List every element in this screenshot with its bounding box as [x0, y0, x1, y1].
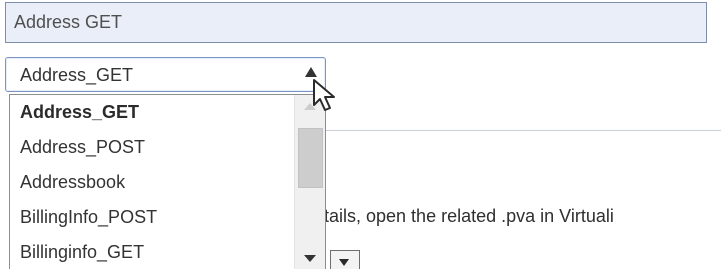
operation-select[interactable]: Address_GET — [5, 57, 326, 92]
select-value: Address_GET — [20, 65, 134, 85]
dropdown-option-address-post[interactable]: Address_POST — [20, 138, 145, 156]
dropdown-option-address-get[interactable]: Address_GET — [20, 103, 139, 121]
scroll-down-icon[interactable] — [304, 255, 316, 262]
background-select-arrow[interactable] — [330, 250, 360, 269]
mouse-pointer-icon — [313, 79, 335, 111]
dropdown-list[interactable]: Address_GET Address_POST Addressbook Bil… — [10, 95, 294, 269]
dropdown-option-billinginfo-post[interactable]: BillingInfo_POST — [20, 208, 157, 226]
scroll-thumb[interactable] — [298, 128, 323, 188]
section-divider — [322, 130, 721, 131]
up-triangle-icon[interactable] — [305, 67, 317, 77]
select-dropdown[interactable]: Address_GET Address_POST Addressbook Bil… — [9, 94, 326, 269]
dropdown-option-billinginfo-get[interactable]: Billinginfo_GET — [20, 243, 144, 261]
dropdown-scrollbar[interactable] — [294, 95, 325, 269]
properties-editor: tails, open the related .pva in Virtuali… — [0, 0, 721, 269]
dropdown-option-addressbook[interactable]: Addressbook — [20, 173, 125, 191]
details-help-text: tails, open the related .pva in Virtuali — [324, 206, 614, 226]
name-field[interactable] — [5, 2, 707, 43]
